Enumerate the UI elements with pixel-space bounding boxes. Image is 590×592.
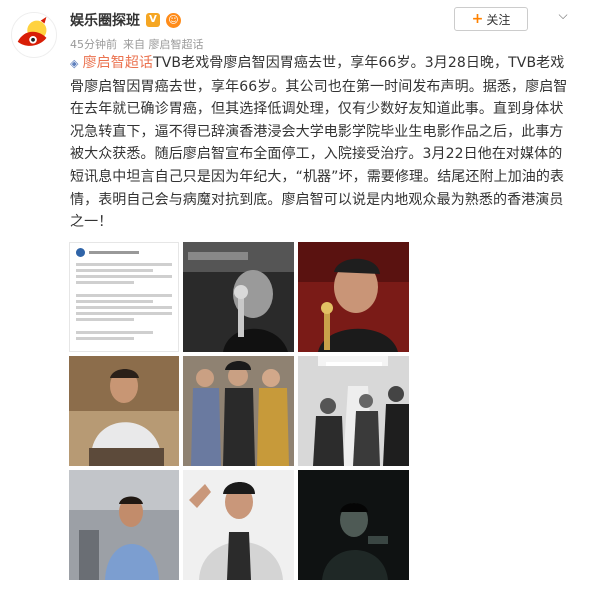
photo-thumbnail[interactable] — [183, 470, 294, 580]
post-meta: 45分钟前 来自 廖启智超话 — [70, 36, 204, 52]
company-logo — [76, 248, 172, 257]
verified-v-icon: V — [146, 13, 160, 27]
follow-button[interactable]: + 关注 — [454, 7, 528, 31]
photo-thumbnail[interactable] — [183, 242, 294, 352]
post-body-text: TVB老戏骨廖启智因胃癌去世，享年66岁。3月28日晚，TVB老戏骨廖启智因胃癌… — [70, 55, 568, 231]
photo-thumbnail[interactable] — [298, 356, 409, 466]
post-body: ◈ 廖启智超话TVB老戏骨廖启智因胃癌去世，享年66岁。3月28日晚，TVB老戏骨… — [70, 52, 576, 234]
username[interactable]: 娱乐圈探班 — [70, 10, 140, 30]
photo-thumbnail[interactable] — [69, 470, 179, 580]
follow-label: 关注 — [486, 12, 511, 27]
face-badge-icon: ☺ — [166, 12, 181, 28]
super-topic-diamond-icon: ◈ — [70, 57, 79, 70]
chevron-down-icon[interactable]: ⌵ — [554, 8, 572, 22]
photo-thumbnail[interactable] — [298, 242, 409, 352]
photo-thumbnail[interactable] — [183, 356, 294, 466]
author-row: 娱乐圈探班 V ☺ — [70, 9, 181, 31]
avatar[interactable] — [11, 12, 57, 58]
weibo-eye-logo-icon — [12, 13, 56, 57]
photo-thumbnail[interactable] — [298, 470, 409, 580]
post-source[interactable]: 来自 廖启智超话 — [123, 36, 204, 52]
topic-tag-link[interactable]: 廖启智超话 — [83, 55, 154, 71]
plus-icon: + — [471, 11, 484, 27]
post-time[interactable]: 45分钟前 — [70, 36, 117, 52]
photo-thumbnail[interactable] — [69, 242, 179, 352]
photo-thumbnail[interactable] — [69, 356, 179, 466]
